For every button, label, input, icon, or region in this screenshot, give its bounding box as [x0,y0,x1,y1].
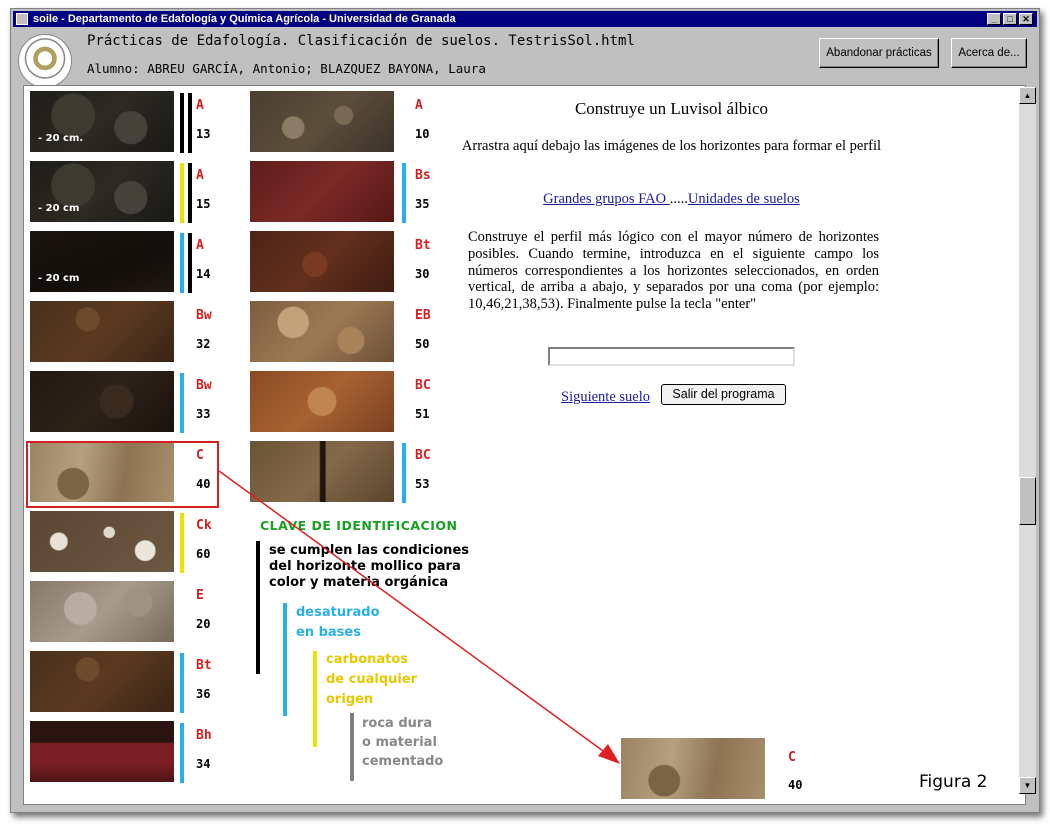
window-title: soile - Departamento de Edafología y Quí… [33,13,456,25]
quit-practice-button[interactable]: Abandonar prácticas [819,38,939,68]
scroll-thumb[interactable] [1019,477,1036,525]
scroll-down-button[interactable]: ▼ [1019,777,1036,794]
drag-arrow [218,470,620,764]
student-names: Alumno: ABREU GARCÍA, Antonio; BLAZQUEZ … [87,61,486,76]
university-logo [18,34,72,88]
content-area: - 20 cm. A 13- 20 cm A 15- 20 cm A 14 Bw 32 Bw 33 C… [23,85,1026,805]
page-title: Prácticas de Edafología. Clasificación d… [87,33,635,49]
header: Prácticas de Edafología. Clasificación d… [13,28,1037,90]
dropped-horizon-name: C [788,750,796,765]
minimize-button[interactable]: _ [987,13,1001,25]
dropped-horizon-number: 40 [788,778,803,792]
figure-caption: Figura 2 [919,772,988,792]
close-button[interactable]: ✕ [1019,13,1033,25]
vertical-scrollbar[interactable]: ▲ ▼ [1019,87,1036,794]
about-button[interactable]: Acerca de... [951,38,1027,68]
app-icon[interactable] [16,13,28,25]
title-bar[interactable]: soile - Departamento de Edafología y Quí… [13,11,1037,27]
application-window: soile - Departamento de Edafología y Quí… [10,8,1040,813]
scroll-up-button[interactable]: ▲ [1019,87,1036,104]
maximize-button[interactable]: □ [1003,13,1017,25]
dropped-horizon-image[interactable] [621,738,765,799]
